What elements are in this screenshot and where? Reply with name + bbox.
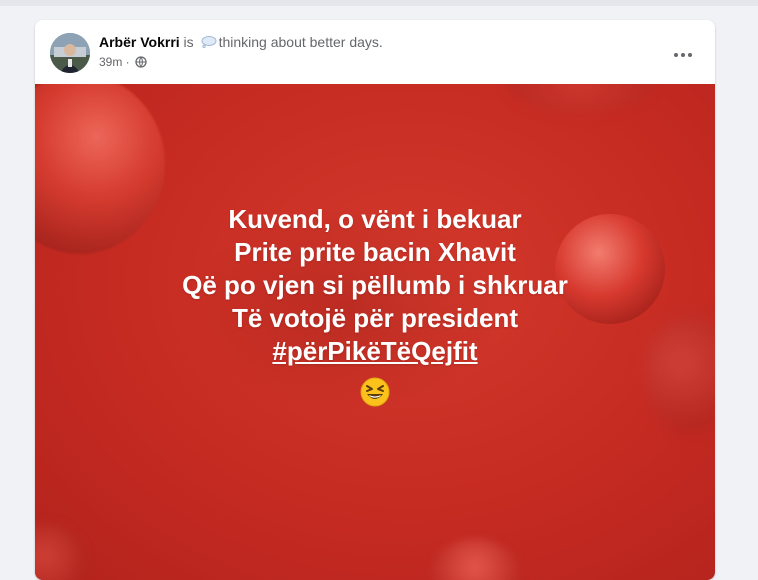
background-ball xyxy=(35,524,85,580)
author-avatar[interactable] xyxy=(50,33,90,73)
meta-separator: · xyxy=(122,55,134,69)
more-options-button[interactable] xyxy=(665,36,701,72)
post-line: Prite prite bacin Xhavit xyxy=(234,237,516,267)
top-bar-edge xyxy=(0,0,758,6)
post-card: Arbër Vokrri is thinking about better da… xyxy=(35,20,715,580)
post-body-text: Kuvend, o vënt i bekuar Prite prite baci… xyxy=(35,203,715,415)
post-line: Të votojë për president xyxy=(231,303,519,333)
post-title-line: Arbër Vokrri is thinking about better da… xyxy=(99,34,383,50)
post-header: Arbër Vokrri is thinking about better da… xyxy=(35,20,715,84)
background-ball xyxy=(505,84,655,114)
post-timestamp[interactable]: 39m xyxy=(99,55,122,69)
background-ball xyxy=(430,539,520,580)
author-name[interactable]: Arbër Vokrri xyxy=(99,34,180,50)
post-background: Kuvend, o vënt i bekuar Prite prite baci… xyxy=(35,84,715,580)
post-line: Që po vjen si pëllumb i shkruar xyxy=(182,270,568,300)
grinning-squinting-face-icon xyxy=(360,377,390,407)
more-options-icon xyxy=(673,45,693,63)
hashtag-link[interactable]: #përPikëTëQejfit xyxy=(272,336,477,366)
feeling-text: thinking about better days. xyxy=(218,34,383,50)
globe-icon xyxy=(135,56,147,68)
speech-bubble-icon xyxy=(201,35,217,49)
is-text: is xyxy=(179,34,198,50)
post-meta: 39m · xyxy=(99,55,147,69)
post-line: Kuvend, o vënt i bekuar xyxy=(228,204,522,234)
